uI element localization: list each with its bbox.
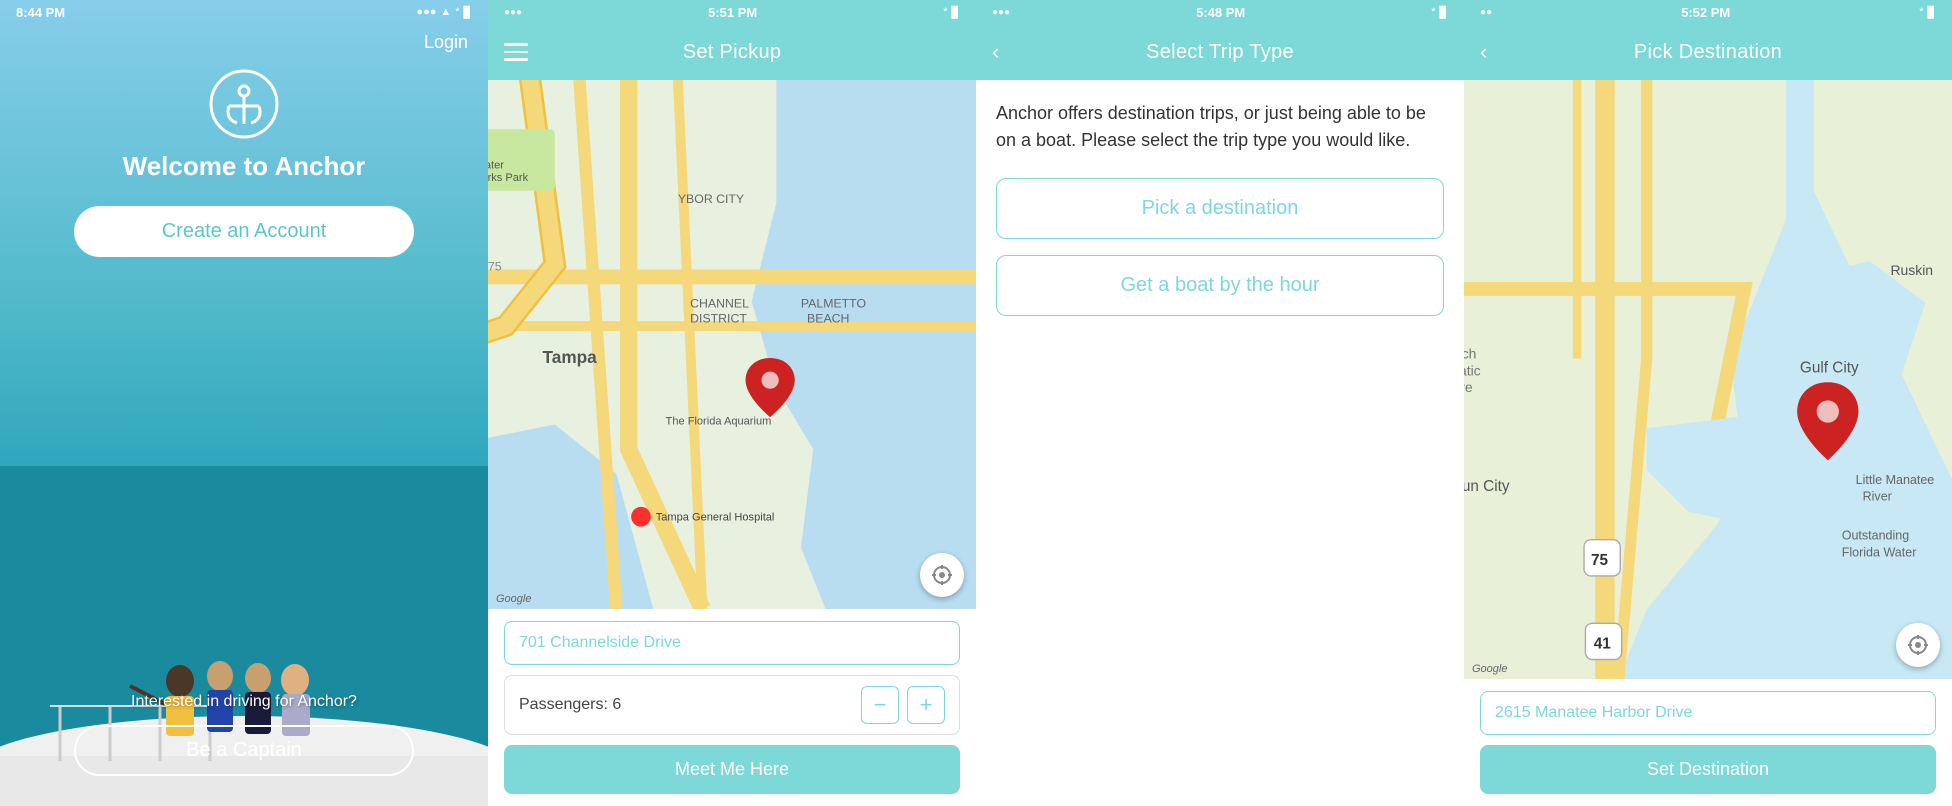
- pick-destination-button[interactable]: Pick a destination: [996, 178, 1444, 239]
- destination-input[interactable]: [1480, 691, 1936, 735]
- bluetooth-icon-3: *: [1431, 6, 1435, 18]
- svg-text:Works Park: Works Park: [488, 172, 529, 184]
- pickup-title: Set Pickup: [683, 41, 782, 64]
- menu-button[interactable]: [504, 43, 528, 61]
- time-3: 5:48 PM: [1196, 5, 1245, 20]
- destination-map[interactable]: Cockroach Bay Aquatic Preserve Gulf City…: [1464, 80, 1952, 679]
- battery-icon-3: ▊: [1440, 6, 1448, 19]
- welcome-bottom-section: Interested in driving for Anchor? Be a C…: [0, 693, 488, 806]
- svg-text:YBOR CITY: YBOR CITY: [678, 192, 744, 206]
- svg-text:Outstanding: Outstanding: [1842, 529, 1910, 543]
- status-icons-3: * ▊: [1431, 6, 1448, 19]
- create-account-button[interactable]: Create an Account: [74, 206, 414, 257]
- trip-title: Select Trip Type: [1146, 41, 1294, 64]
- svg-text:DISTRICT: DISTRICT: [690, 311, 747, 325]
- crosshair-icon: [931, 564, 953, 586]
- signal-icon-2: ●●●: [504, 7, 522, 18]
- status-icons-2: * ▊: [943, 6, 960, 19]
- screen-welcome: 8:44 PM ●●● ▲ * ▊ Login Welcome to Ancho…: [0, 0, 488, 806]
- signal-icon-3: ●●●: [992, 7, 1010, 18]
- bluetooth-icon: *: [455, 6, 459, 18]
- login-link[interactable]: Login: [424, 32, 468, 53]
- dest-header: ‹ Pick Destination: [1464, 24, 1952, 80]
- passengers-label: Passengers: 6: [519, 696, 621, 714]
- svg-text:Tampa: Tampa: [543, 347, 598, 367]
- battery-icon-4: ▊: [1928, 6, 1936, 19]
- svg-text:Preserve: Preserve: [1464, 379, 1473, 395]
- bluetooth-icon-2: *: [943, 6, 947, 18]
- pickup-map[interactable]: 275 Water Works Park Tampa YBOR CITY CHA…: [488, 80, 976, 609]
- svg-text:275: 275: [488, 260, 502, 274]
- time-2: 5:51 PM: [708, 5, 757, 20]
- status-bar-1: 8:44 PM ●●● ▲ * ▊: [0, 0, 488, 24]
- svg-text:The Florida Aquarium: The Florida Aquarium: [666, 415, 772, 427]
- battery-icon: ▊: [464, 6, 472, 19]
- anchor-logo-icon: [209, 69, 279, 139]
- increment-button[interactable]: +: [907, 686, 945, 724]
- hamburger-line-2: [504, 51, 528, 54]
- svg-text:Tampa General Hospital: Tampa General Hospital: [656, 511, 775, 523]
- google-watermark-4: Google: [1472, 663, 1507, 675]
- screen-trip: ●●● 5:48 PM * ▊ ‹ Select Trip Type Ancho…: [976, 0, 1464, 806]
- get-boat-hour-button[interactable]: Get a boat by the hour: [996, 255, 1444, 316]
- pickup-header: Set Pickup: [488, 24, 976, 80]
- google-watermark-2: Google: [496, 593, 531, 605]
- set-destination-button[interactable]: Set Destination: [1480, 745, 1936, 794]
- status-bar-3: ●●● 5:48 PM * ▊: [976, 0, 1464, 24]
- captain-button[interactable]: Be a Captain: [74, 725, 414, 776]
- svg-text:Sun City: Sun City: [1464, 478, 1510, 495]
- signal-icon: ●●●: [416, 6, 436, 18]
- trip-header: ‹ Select Trip Type: [976, 24, 1464, 80]
- dest-title: Pick Destination: [1634, 41, 1782, 64]
- location-button[interactable]: [920, 553, 964, 597]
- back-button-3[interactable]: ‹: [992, 39, 999, 65]
- crosshair-icon-4: [1907, 634, 1929, 656]
- back-button-4[interactable]: ‹: [1480, 39, 1487, 65]
- time-4: 5:52 PM: [1681, 5, 1730, 20]
- svg-text:BEACH: BEACH: [807, 311, 849, 325]
- location-button-4[interactable]: [1896, 623, 1940, 667]
- svg-text:75: 75: [1591, 552, 1609, 569]
- signal-icon-4: ●●: [1480, 7, 1492, 18]
- bluetooth-icon-4: *: [1919, 6, 1923, 18]
- decrement-button[interactable]: −: [861, 686, 899, 724]
- time-1: 8:44 PM: [16, 5, 65, 20]
- status-icons-1: ●●● ▲ * ▊: [416, 6, 472, 19]
- svg-text:Cockroach: Cockroach: [1464, 346, 1476, 362]
- trip-description: Anchor offers destination trips, or just…: [996, 100, 1444, 154]
- status-bar-4: ●● 5:52 PM * ▊: [1464, 0, 1952, 24]
- status-bar-2: ●●● 5:51 PM * ▊: [488, 0, 976, 24]
- svg-text:Bay Aquatic: Bay Aquatic: [1464, 362, 1481, 378]
- dest-controls: Set Destination: [1464, 679, 1952, 806]
- svg-text:Gulf City: Gulf City: [1800, 360, 1859, 377]
- hamburger-line-3: [504, 58, 528, 61]
- svg-text:41: 41: [1594, 635, 1612, 652]
- meet-here-button[interactable]: Meet Me Here: [504, 745, 960, 794]
- welcome-title: Welcome to Anchor: [123, 151, 366, 182]
- status-icons-4: * ▊: [1919, 6, 1936, 19]
- svg-text:Florida Water: Florida Water: [1842, 545, 1917, 559]
- svg-text:River: River: [1863, 490, 1892, 504]
- screen-pickup: ●●● 5:51 PM * ▊ Set Pickup: [488, 0, 976, 806]
- interested-text: Interested in driving for Anchor?: [131, 693, 357, 711]
- svg-text:CHANNEL: CHANNEL: [690, 297, 749, 311]
- pickup-controls: Passengers: 6 − + Meet Me Here: [488, 609, 976, 806]
- address-input[interactable]: [504, 621, 960, 665]
- trip-body: Anchor offers destination trips, or just…: [976, 80, 1464, 352]
- svg-text:PALMETTO: PALMETTO: [801, 297, 866, 311]
- wifi-icon: ▲: [440, 6, 451, 18]
- passengers-row: Passengers: 6 − +: [504, 675, 960, 735]
- counter-buttons: − +: [861, 686, 945, 724]
- svg-text:Water: Water: [488, 160, 504, 172]
- hamburger-line-1: [504, 43, 528, 46]
- svg-text:Little Manatee: Little Manatee: [1856, 473, 1935, 487]
- svg-text:Ruskin: Ruskin: [1890, 262, 1933, 278]
- screen-destination: ●● 5:52 PM * ▊ ‹ Pick Destination: [1464, 0, 1952, 806]
- battery-icon-2: ▊: [952, 6, 960, 19]
